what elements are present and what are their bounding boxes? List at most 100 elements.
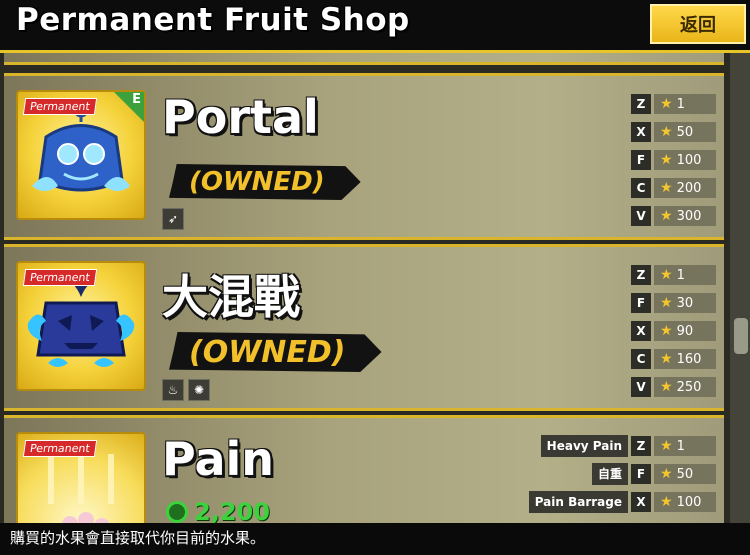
move-key: X: [631, 122, 651, 142]
move-level: ★ 1: [654, 436, 716, 456]
move-row: F ★ 30: [631, 289, 716, 317]
price-display: 2,200: [166, 498, 270, 523]
price-value: 2,200: [194, 498, 270, 523]
move-level: ★ 100: [654, 492, 716, 512]
burst-icon: ✺: [188, 379, 210, 401]
move-row: X ★ 90: [631, 317, 716, 345]
fruit-image-chaos: Permanent: [16, 261, 146, 391]
fruit-card-previous: [4, 53, 724, 65]
permanent-badge: Permanent: [22, 98, 98, 115]
page-title: Permanent Fruit Shop: [16, 2, 410, 38]
move-level-value: 100: [676, 494, 702, 510]
move-level: ★ 100: [654, 150, 716, 170]
move-key: F: [631, 150, 651, 170]
move-name: Heavy Pain: [540, 435, 628, 457]
move-key: F: [631, 464, 651, 484]
move-list: Heavy Pain Z ★ 1 自重 F ★ 50 Pain Barrage X ★ 100: [528, 432, 716, 516]
fruit-card-chaos[interactable]: Permanent 大混戰 (OWNED) ♨ ✺ Z ★ 1 F ★ 30 X ★ 90 …: [4, 244, 724, 411]
fire-icon: ♨: [162, 379, 184, 401]
move-level: ★ 50: [654, 122, 716, 142]
fruit-name: Portal: [162, 90, 319, 144]
move-row: Z ★ 1: [631, 261, 716, 289]
star-icon: ★: [660, 180, 673, 196]
move-name: 自重: [591, 463, 628, 485]
move-row: Z ★ 1: [631, 90, 716, 118]
star-icon: ★: [660, 267, 673, 283]
move-level-value: 50: [676, 466, 694, 482]
equipped-letter: E: [132, 92, 141, 107]
scrollbar-track[interactable]: [730, 53, 750, 523]
star-icon: ★: [660, 379, 673, 395]
move-level-value: 1: [676, 438, 685, 454]
move-key: C: [631, 349, 651, 369]
move-level-value: 90: [676, 323, 694, 339]
star-icon: ★: [660, 96, 673, 112]
scrollbar-thumb[interactable]: [734, 318, 748, 354]
star-icon: ★: [660, 208, 673, 224]
move-row: 自重 F ★ 50: [529, 460, 716, 488]
move-key: V: [631, 206, 651, 226]
star-icon: ★: [660, 438, 673, 454]
star-icon: ★: [660, 152, 673, 168]
move-level: ★ 1: [654, 265, 716, 285]
footer-notice: 購買的水果會直接取代你目前的水果。: [0, 523, 750, 555]
fruit-card-pain[interactable]: Permanent Pain 2,200 Heavy Pain Z ★ 1 自重 F ★ 5…: [4, 415, 724, 523]
move-level: ★ 200: [654, 178, 716, 198]
move-level: ★ 160: [654, 349, 716, 369]
dash-icon: ➶: [162, 208, 184, 230]
move-row: F ★ 100: [631, 146, 716, 174]
move-key: F: [631, 293, 651, 313]
move-row: X ★ 50: [631, 118, 716, 146]
fruit-card-portal[interactable]: Permanent E Portal (OWNED) ➶ Z ★ 1 X ★ 50 F ★…: [4, 73, 724, 240]
move-level-value: 100: [676, 152, 702, 168]
owned-label: (OWNED): [169, 332, 382, 372]
move-level-value: 30: [676, 295, 694, 311]
fruit-tags: ➶: [162, 208, 184, 230]
star-icon: ★: [660, 323, 673, 339]
move-row: C ★ 160: [631, 345, 716, 373]
permanent-badge: Permanent: [22, 269, 98, 286]
move-level: ★ 90: [654, 321, 716, 341]
move-key: Z: [631, 265, 651, 285]
currency-icon: [166, 501, 188, 523]
star-icon: ★: [660, 466, 673, 482]
permanent-badge: Permanent: [22, 440, 98, 457]
move-list: Z ★ 1 F ★ 30 X ★ 90 C ★ 160 V ★ 250: [631, 261, 716, 401]
move-level: ★ 300: [654, 206, 716, 226]
move-key: X: [631, 321, 651, 341]
move-key: C: [631, 178, 651, 198]
move-level-value: 160: [676, 351, 702, 367]
move-row: V ★ 300: [631, 202, 716, 230]
move-level: ★ 250: [654, 377, 716, 397]
move-row: Pain Barrage X ★ 100: [528, 488, 716, 516]
move-level-value: 1: [676, 267, 685, 283]
fruit-list[interactable]: Permanent E Portal (OWNED) ➶ Z ★ 1 X ★ 50 F ★…: [0, 53, 730, 523]
fruit-tags: ♨ ✺: [162, 379, 210, 401]
move-level-value: 200: [676, 180, 702, 196]
move-name: Pain Barrage: [528, 491, 628, 513]
star-icon: ★: [660, 351, 673, 367]
move-level: ★ 30: [654, 293, 716, 313]
star-icon: ★: [660, 295, 673, 311]
back-button[interactable]: 返回: [650, 4, 746, 44]
move-level-value: 50: [676, 124, 694, 140]
owned-label: (OWNED): [169, 164, 361, 200]
fruit-image-pain: Permanent: [16, 432, 146, 523]
move-level-value: 250: [676, 379, 702, 395]
fruit-image-portal: Permanent E: [16, 90, 146, 220]
header-bar: Permanent Fruit Shop 返回: [0, 0, 750, 53]
star-icon: ★: [660, 494, 673, 510]
move-level: ★ 1: [654, 94, 716, 114]
fruit-name: Pain: [162, 432, 275, 486]
move-key: V: [631, 377, 651, 397]
move-key: Z: [631, 436, 651, 456]
move-key: X: [631, 492, 651, 512]
move-row: V ★ 250: [631, 373, 716, 401]
move-level-value: 300: [676, 208, 702, 224]
move-list: Z ★ 1 X ★ 50 F ★ 100 C ★ 200 V ★ 300: [631, 90, 716, 230]
star-icon: ★: [660, 124, 673, 140]
move-key: Z: [631, 94, 651, 114]
move-level: ★ 50: [654, 464, 716, 484]
fruit-name: 大混戰: [162, 270, 300, 324]
move-row: Heavy Pain Z ★ 1: [529, 432, 716, 460]
